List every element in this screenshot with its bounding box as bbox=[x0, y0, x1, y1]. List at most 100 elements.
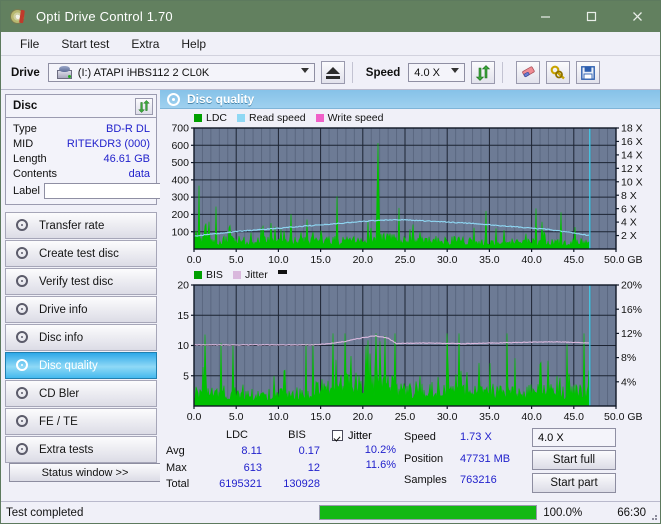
svg-text:35.0: 35.0 bbox=[479, 411, 500, 423]
sidebar-item-disc-info[interactable]: Disc info bbox=[5, 324, 157, 351]
speed-label: Speed bbox=[365, 66, 401, 79]
wrench-icon bbox=[550, 65, 565, 80]
stats-col-header-ldc: LDC bbox=[225, 429, 248, 441]
stats-max-bis: 12 bbox=[307, 461, 320, 474]
menu-item-help[interactable]: Help bbox=[170, 35, 217, 53]
sidebar-item-extra-tests[interactable]: Extra tests bbox=[5, 436, 157, 463]
disc-key: Contents bbox=[13, 167, 58, 180]
sidebar-item-label: Transfer rate bbox=[39, 219, 105, 232]
sidebar-item-drive-info[interactable]: Drive info bbox=[5, 296, 157, 323]
legend-label-read-speed: Read speed bbox=[249, 111, 306, 124]
svg-text:10.0: 10.0 bbox=[268, 411, 289, 423]
start-part-button[interactable]: Start part bbox=[532, 473, 616, 493]
drive-select[interactable]: (I:) ATAPI iHBS112 2 CL0K bbox=[47, 63, 315, 82]
disc-icon bbox=[15, 302, 30, 317]
close-icon[interactable] bbox=[614, 1, 660, 32]
left-sidebar: Disc Type BD-R DL MID RITEKDR3 (000) Len… bbox=[1, 90, 246, 486]
menu-item-extra[interactable]: Extra bbox=[120, 35, 170, 53]
drive-icon bbox=[56, 66, 72, 79]
sidebar-item-disc-quality[interactable]: Disc quality bbox=[5, 352, 157, 379]
ldc-chart-legend: LDC Read speed Write speed bbox=[160, 111, 660, 124]
jitter-checkbox[interactable] bbox=[332, 430, 343, 441]
sidebar-item-verify-test-disc[interactable]: Verify test disc bbox=[5, 268, 157, 295]
maximize-icon[interactable] bbox=[568, 1, 614, 32]
jitter-checkbox-row[interactable]: Jitter bbox=[332, 428, 398, 443]
toolbar-divider bbox=[351, 62, 353, 83]
sidebar-item-transfer-rate[interactable]: Transfer rate bbox=[5, 212, 157, 239]
menu-item-start-test[interactable]: Start test bbox=[50, 35, 120, 53]
disc-row-type: Type BD-R DL bbox=[13, 121, 150, 136]
svg-text:40.0: 40.0 bbox=[521, 254, 542, 266]
bis-jitter-chart[interactable]: 5 10 15 20 4% 8% 12% 16% 20% 0.0 5.0 10.0 15.0 20.0 25… bbox=[160, 281, 659, 424]
svg-text:15: 15 bbox=[177, 310, 189, 322]
svg-text:100: 100 bbox=[171, 226, 189, 238]
position-key: Position bbox=[404, 452, 444, 465]
speed-select[interactable]: 4.0 X bbox=[408, 63, 466, 82]
svg-text:25.0: 25.0 bbox=[395, 254, 416, 266]
jitter-label: Jitter bbox=[348, 429, 372, 442]
sidebar-item-label: CD Bler bbox=[39, 387, 80, 400]
minimize-icon[interactable] bbox=[522, 1, 568, 32]
legend-swatch-write-speed bbox=[315, 113, 324, 122]
svg-text:15.0: 15.0 bbox=[310, 411, 331, 423]
disc-label-key: Label bbox=[13, 185, 40, 197]
svg-text:2 X: 2 X bbox=[621, 230, 637, 242]
sidebar-item-label: Create test disc bbox=[39, 247, 119, 260]
status-window-button[interactable]: Status window >> bbox=[9, 463, 161, 482]
test-speed-select[interactable]: 4.0 X bbox=[532, 428, 616, 447]
svg-text:15.0: 15.0 bbox=[310, 254, 331, 266]
window-controls bbox=[522, 1, 660, 32]
svg-text:20.0: 20.0 bbox=[353, 411, 374, 423]
disc-key: Length bbox=[13, 152, 47, 165]
status-bar: Test completed 100.0% 66:30 bbox=[1, 501, 660, 523]
svg-text:30.0: 30.0 bbox=[437, 254, 458, 266]
disc-row-mid: MID RITEKDR3 (000) bbox=[13, 136, 150, 151]
svg-text:20.0: 20.0 bbox=[353, 254, 374, 266]
disc-row-contents: Contents data bbox=[13, 166, 150, 181]
sidebar-item-cd-bler[interactable]: CD Bler bbox=[5, 380, 157, 407]
svg-text:400: 400 bbox=[171, 174, 189, 186]
stats-table: LDC BIS Avg 8.11 0.17 Max 613 12 Total 6… bbox=[166, 428, 326, 493]
eraser-icon bbox=[522, 66, 535, 78]
samples-value: 763216 bbox=[460, 474, 497, 487]
test-speed-value: 4.0 X bbox=[538, 431, 564, 444]
samples-key: Samples bbox=[404, 474, 447, 487]
start-full-button[interactable]: Start full bbox=[532, 450, 616, 470]
svg-text:12 X: 12 X bbox=[621, 163, 643, 175]
disc-value: RITEKDR3 (000) bbox=[66, 137, 150, 150]
ldc-read-speed-chart[interactable]: 100 200 300 400 500 600 700 2 X4 X 6 X8 X 10 X12 … bbox=[160, 124, 659, 267]
svg-text:700: 700 bbox=[171, 124, 189, 135]
disc-row-label: Label bbox=[13, 182, 246, 200]
position-value: 47731 MB bbox=[460, 452, 511, 465]
sidebar-item-fe-te[interactable]: FE / TE bbox=[5, 408, 157, 435]
tools-button[interactable] bbox=[546, 61, 571, 84]
svg-text:300: 300 bbox=[171, 192, 189, 204]
svg-text:10.0: 10.0 bbox=[268, 254, 289, 266]
resize-grip-icon[interactable] bbox=[648, 511, 658, 521]
refresh-button[interactable] bbox=[471, 61, 496, 84]
svg-text:18 X: 18 X bbox=[621, 124, 643, 135]
disc-quality-panel: Disc quality LDC Read speed Write speed … bbox=[160, 90, 660, 493]
menu-item-file[interactable]: File bbox=[9, 35, 50, 53]
floppy-save-icon bbox=[581, 65, 596, 80]
disc-refresh-button[interactable] bbox=[135, 97, 153, 115]
disc-group-header: Disc bbox=[6, 95, 156, 118]
save-button[interactable] bbox=[576, 61, 601, 84]
eject-button[interactable] bbox=[320, 61, 345, 84]
disc-value: data bbox=[128, 167, 150, 180]
erase-button[interactable] bbox=[516, 61, 541, 84]
disc-icon bbox=[15, 274, 30, 289]
menu-bar: File Start test Extra Help bbox=[1, 32, 660, 56]
legend-label-jitter: Jitter bbox=[244, 268, 268, 281]
charts-area: LDC Read speed Write speed 100 200 300 400 5… bbox=[160, 109, 660, 424]
sidebar-item-create-test-disc[interactable]: Create test disc bbox=[5, 240, 157, 267]
stats-row-key-total: Total bbox=[166, 477, 190, 490]
svg-text:5.0: 5.0 bbox=[229, 254, 244, 266]
svg-text:12%: 12% bbox=[621, 328, 642, 340]
page-title: Disc quality bbox=[187, 92, 255, 106]
legend-swatch-read-speed bbox=[237, 113, 246, 122]
sidebar-item-label: Verify test disc bbox=[39, 275, 114, 288]
app-window: Opti Drive Control 1.70 File Start test … bbox=[0, 0, 661, 524]
svg-text:14 X: 14 X bbox=[621, 149, 643, 161]
legend-marker bbox=[277, 269, 287, 274]
